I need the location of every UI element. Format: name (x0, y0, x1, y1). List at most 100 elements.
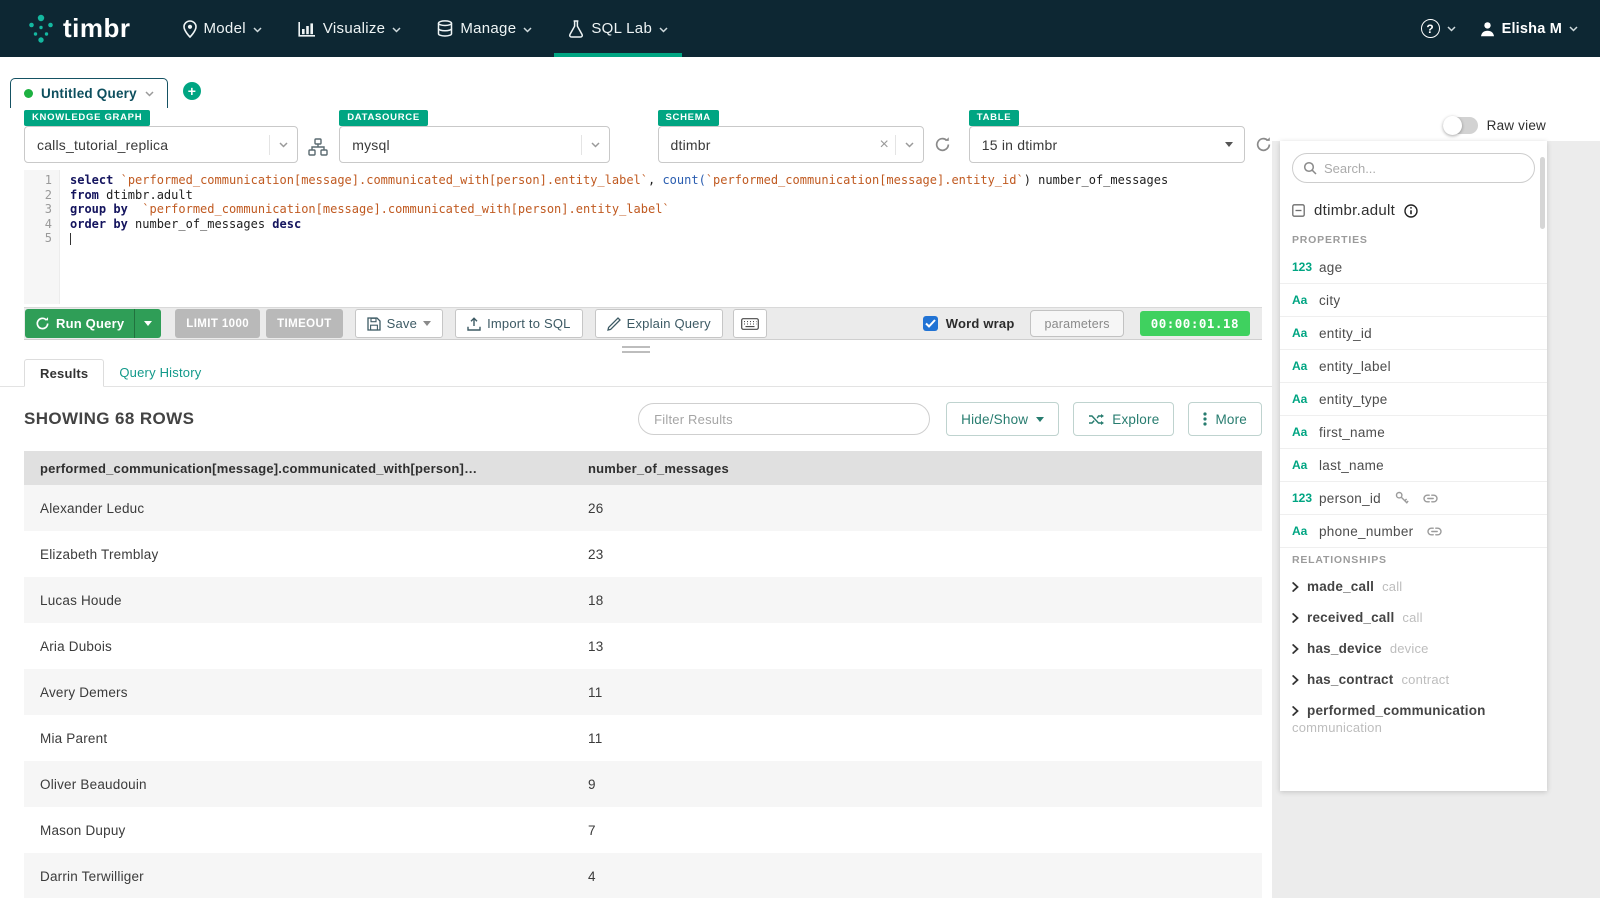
chevron-down-icon (523, 27, 532, 33)
relationship-row[interactable]: received_callcall (1280, 602, 1547, 633)
relationship-row[interactable]: performed_communicationcommunication (1280, 695, 1547, 743)
explain-query-button[interactable]: Explain Query (595, 309, 723, 338)
run-query-button[interactable]: Run Query (25, 309, 161, 338)
table-row[interactable]: Mia Parent11 (24, 715, 1262, 761)
nav-manage[interactable]: Manage (419, 0, 550, 57)
chevron-down-icon (253, 27, 262, 33)
timeout-button[interactable]: TIMEOUT (266, 309, 343, 338)
parameters-button[interactable]: parameters (1030, 310, 1123, 337)
explore-button[interactable]: Explore (1073, 402, 1174, 436)
info-icon[interactable] (1404, 204, 1418, 218)
hide-show-button[interactable]: Hide/Show (946, 402, 1059, 436)
query-tab[interactable]: Untitled Query (10, 78, 168, 108)
datasource-value: mysql (352, 137, 580, 153)
knowledge-graph-select[interactable]: calls_tutorial_replica (24, 126, 298, 163)
checkbox-checked-icon[interactable] (923, 316, 938, 331)
property-row[interactable]: Aaentity_label (1280, 350, 1547, 383)
table-cell: Elizabeth Tremblay (24, 547, 572, 562)
timbr-logo[interactable]: timbr (26, 0, 131, 57)
datasource-select[interactable]: mysql (339, 126, 609, 163)
table-row[interactable]: Aria Dubois13 (24, 623, 1262, 669)
clear-icon[interactable]: × (873, 136, 894, 154)
refresh-schema-icon[interactable] (934, 136, 951, 153)
property-row[interactable]: Aacity (1280, 284, 1547, 317)
nav-label: SQL Lab (591, 20, 652, 37)
table-select[interactable]: 15 in dtimbr (969, 126, 1245, 163)
table-row[interactable]: Mason Dupuy7 (24, 807, 1262, 853)
property-name: entity_type (1319, 392, 1388, 407)
entity-header: dtimbr.adult (1280, 191, 1547, 228)
chevron-down-icon (1447, 26, 1456, 32)
editor-code[interactable]: select `performed_communication[message]… (60, 170, 1262, 304)
editor-gutter: 12345 (24, 170, 60, 304)
caret-down-icon[interactable] (1214, 142, 1244, 147)
relationship-row[interactable]: has_contractcontract (1280, 664, 1547, 695)
property-row[interactable]: 123person_id (1280, 482, 1547, 515)
table-row[interactable]: Darrin Terwilliger4 (24, 853, 1262, 898)
chevron-down-icon[interactable] (269, 135, 297, 155)
nav-sql-lab[interactable]: SQL Lab (550, 0, 686, 57)
property-row[interactable]: Aalast_name (1280, 449, 1547, 482)
help-menu[interactable]: ? (1421, 19, 1456, 38)
schema-browser-panel: dtimbr.adult PROPERTIES 123ageAacityAaen… (1280, 141, 1547, 791)
chevron-right-icon (1292, 706, 1299, 716)
chevron-right-icon (1292, 675, 1299, 685)
chevron-right-icon (1292, 644, 1299, 654)
user-menu[interactable]: Elisha M (1480, 21, 1578, 37)
import-to-sql-button[interactable]: Import to SQL (455, 309, 583, 338)
type-badge: 123 (1292, 260, 1319, 274)
relationship-name: has_contract (1307, 672, 1393, 687)
nav-visualize[interactable]: Visualize (280, 0, 419, 57)
type-badge: Aa (1292, 392, 1319, 406)
relationship-row[interactable]: has_devicedevice (1280, 633, 1547, 664)
sidebar-scrollbar[interactable] (1540, 157, 1545, 229)
table-cell: 11 (572, 731, 1262, 746)
refresh-tables-icon[interactable] (1255, 136, 1272, 153)
property-row[interactable]: Aaentity_type (1280, 383, 1547, 416)
results-table-body: Alexander Leduc26Elizabeth Tremblay23Luc… (24, 485, 1262, 898)
word-wrap-toggle[interactable]: Word wrap (923, 316, 1015, 331)
table-row[interactable]: Lucas Houde18 (24, 577, 1262, 623)
limit-button[interactable]: LIMIT 1000 (175, 309, 260, 338)
hierarchy-icon[interactable] (308, 138, 328, 156)
keyboard-shortcuts-button[interactable] (733, 309, 767, 338)
relationship-target: call (1402, 610, 1422, 625)
table-cell: Oliver Beaudouin (24, 777, 572, 792)
tab-results[interactable]: Results (24, 359, 104, 387)
property-row[interactable]: Aafirst_name (1280, 416, 1547, 449)
sql-editor[interactable]: 12345 select `performed_communication[me… (24, 170, 1262, 304)
schema-select[interactable]: dtimbr × (658, 126, 924, 163)
property-row[interactable]: Aaphone_number (1280, 515, 1547, 548)
chevron-down-icon[interactable] (895, 135, 923, 155)
resize-handle[interactable] (622, 346, 650, 353)
relationship-name: performed_communication (1307, 703, 1486, 718)
sidebar-search[interactable] (1292, 153, 1535, 183)
tab-query-history[interactable]: Query History (104, 358, 216, 386)
table-row[interactable]: Elizabeth Tremblay23 (24, 531, 1262, 577)
property-row[interactable]: 123age (1280, 251, 1547, 284)
main-menu: Model Visualize Manage SQL Lab (165, 0, 687, 57)
raw-view-label: Raw view (1487, 118, 1546, 133)
table-row[interactable]: Avery Demers11 (24, 669, 1262, 715)
line-number: 5 (24, 231, 52, 246)
sidebar-search-input[interactable] (1324, 161, 1534, 176)
entity-name[interactable]: dtimbr.adult (1314, 202, 1395, 219)
table-cell: Aria Dubois (24, 639, 572, 654)
chevron-down-icon[interactable] (581, 135, 609, 155)
more-button[interactable]: More (1188, 402, 1262, 436)
table-row[interactable]: Alexander Leduc26 (24, 485, 1262, 531)
add-tab-button[interactable]: + (183, 82, 201, 100)
filter-results-input[interactable] (638, 403, 930, 435)
nav-model[interactable]: Model (165, 0, 280, 57)
property-name: last_name (1319, 458, 1384, 473)
raw-view-toggle[interactable] (1443, 117, 1478, 134)
run-options-caret[interactable] (134, 309, 161, 338)
relationship-row[interactable]: made_callcall (1280, 571, 1547, 602)
table-row[interactable]: Oliver Beaudouin9 (24, 761, 1262, 807)
save-button[interactable]: Save (355, 309, 443, 338)
collapse-icon[interactable] (1292, 204, 1305, 217)
upload-icon (467, 317, 481, 331)
property-row[interactable]: Aaentity_id (1280, 317, 1547, 350)
code-line: order by number_of_messages desc (70, 217, 1262, 232)
table-cell: 7 (572, 823, 1262, 838)
